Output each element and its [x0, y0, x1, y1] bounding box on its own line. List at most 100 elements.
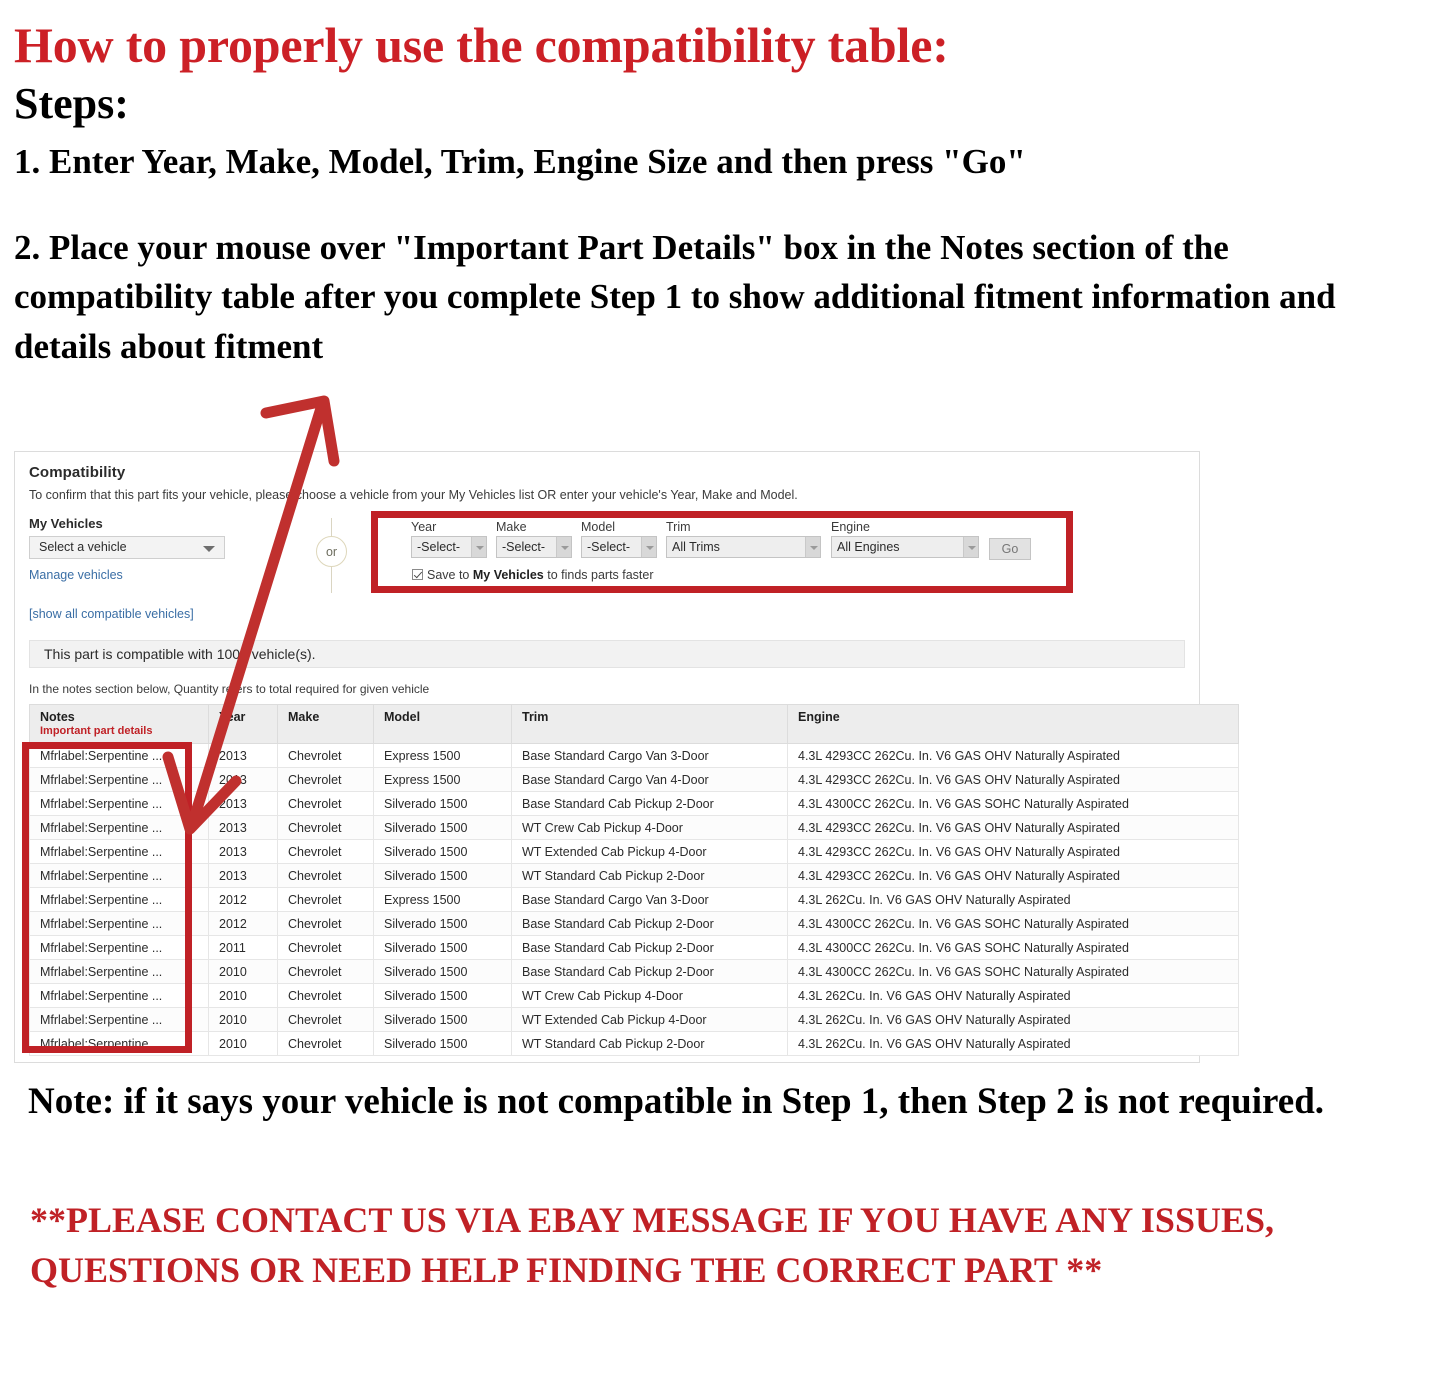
- cell-trim: Base Standard Cargo Van 3-Door: [511, 887, 788, 912]
- cell-year: 2010: [208, 959, 278, 984]
- table-row: Mfrlabel:Serpentine ... 2010 Chevrolet Silv…: [29, 983, 1239, 1008]
- cell-trim: Base Standard Cab Pickup 2-Door: [511, 791, 788, 816]
- cell-engine: 4.3L 4293CC 262Cu. In. V6 GAS OHV Natura…: [787, 815, 1239, 840]
- cell-make: Chevrolet: [277, 815, 374, 840]
- cell-trim: Base Standard Cab Pickup 2-Door: [511, 959, 788, 984]
- table-row: Mfrlabel:Serpentine ... 2013 Chevrolet Expr…: [29, 743, 1239, 768]
- cell-model: Silverado 1500: [373, 935, 512, 960]
- cell-trim: WT Standard Cab Pickup 2-Door: [511, 863, 788, 888]
- cell-trim: WT Crew Cab Pickup 4-Door: [511, 983, 788, 1008]
- cell-engine: 4.3L 4293CC 262Cu. In. V6 GAS OHV Natura…: [787, 839, 1239, 864]
- cell-trim: Base Standard Cab Pickup 2-Door: [511, 911, 788, 936]
- notes-quantity-hint: In the notes section below, Quantity ref…: [29, 682, 430, 696]
- step-1-text: 1. Enter Year, Make, Model, Trim, Engine…: [14, 141, 1026, 181]
- cell-make: Chevrolet: [277, 935, 374, 960]
- fitment-table: Notes Important part details Year Make M…: [29, 704, 1239, 1056]
- cell-model: Silverado 1500: [373, 863, 512, 888]
- cell-trim: Base Standard Cargo Van 4-Door: [511, 767, 788, 792]
- table-row: Mfrlabel:Serpentine ... 2010 Chevrolet Silv…: [29, 959, 1239, 984]
- cell-model: Express 1500: [373, 743, 512, 768]
- cell-model: Silverado 1500: [373, 911, 512, 936]
- important-part-details-label: Important part details: [40, 725, 153, 737]
- compatibility-heading: Compatibility: [29, 464, 126, 481]
- cell-year: 2012: [208, 911, 278, 936]
- table-row: Mfrlabel:Serpentine ... 2013 Chevrolet Silv…: [29, 863, 1239, 888]
- column-header-notes-label: Notes: [40, 710, 75, 724]
- cell-make: Chevrolet: [277, 791, 374, 816]
- column-header-year: Year: [208, 704, 278, 744]
- my-vehicles-label: My Vehicles: [29, 516, 103, 531]
- cell-year: 2010: [208, 1031, 278, 1056]
- column-header-notes: Notes Important part details: [29, 704, 209, 744]
- cell-model: Silverado 1500: [373, 815, 512, 840]
- cell-model: Silverado 1500: [373, 959, 512, 984]
- cell-engine: 4.3L 262Cu. In. V6 GAS OHV Naturally Asp…: [787, 1007, 1239, 1032]
- cell-make: Chevrolet: [277, 839, 374, 864]
- column-header-model: Model: [373, 704, 512, 744]
- cell-make: Chevrolet: [277, 959, 374, 984]
- cell-make: Chevrolet: [277, 1007, 374, 1032]
- contact-text: **PLEASE CONTACT US VIA EBAY MESSAGE IF …: [30, 1200, 1275, 1290]
- cell-engine: 4.3L 4293CC 262Cu. In. V6 GAS OHV Natura…: [787, 743, 1239, 768]
- cell-model: Silverado 1500: [373, 839, 512, 864]
- cell-engine: 4.3L 4300CC 262Cu. In. V6 GAS SOHC Natur…: [787, 959, 1239, 984]
- cell-year: 2010: [208, 983, 278, 1008]
- cell-trim: Base Standard Cargo Van 3-Door: [511, 743, 788, 768]
- cell-make: Chevrolet: [277, 767, 374, 792]
- table-row: Mfrlabel:Serpentine ... 2010 Chevrolet Silv…: [29, 1007, 1239, 1032]
- cell-year: 2013: [208, 863, 278, 888]
- table-row: Mfrlabel:Serpentine ... 2013 Chevrolet Silv…: [29, 791, 1239, 816]
- cell-make: Chevrolet: [277, 887, 374, 912]
- cell-model: Silverado 1500: [373, 1007, 512, 1032]
- chevron-down-icon: [203, 546, 215, 552]
- cell-year: 2012: [208, 887, 278, 912]
- compatible-count-banner: This part is compatible with 1000 vehicl…: [29, 640, 1185, 668]
- cell-make: Chevrolet: [277, 863, 374, 888]
- table-row: Mfrlabel:Serpentine ... 2013 Chevrolet Silv…: [29, 815, 1239, 840]
- cell-engine: 4.3L 4300CC 262Cu. In. V6 GAS SOHC Natur…: [787, 911, 1239, 936]
- cell-model: Silverado 1500: [373, 983, 512, 1008]
- table-row: Mfrlabel:Serpentine ... 2013 Chevrolet Expr…: [29, 767, 1239, 792]
- fitment-table-body: Mfrlabel:Serpentine ... 2013 Chevrolet Expr…: [29, 743, 1239, 1056]
- cell-make: Chevrolet: [277, 1031, 374, 1056]
- cell-trim: Base Standard Cab Pickup 2-Door: [511, 935, 788, 960]
- note-text: Note: if it says your vehicle is not com…: [28, 1081, 1325, 1122]
- cell-year: 2011: [208, 935, 278, 960]
- cell-year: 2013: [208, 767, 278, 792]
- cell-year: 2010: [208, 1007, 278, 1032]
- column-header-make: Make: [277, 704, 374, 744]
- cell-year: 2013: [208, 743, 278, 768]
- cell-model: Silverado 1500: [373, 791, 512, 816]
- cell-engine: 4.3L 262Cu. In. V6 GAS OHV Naturally Asp…: [787, 1031, 1239, 1056]
- cell-make: Chevrolet: [277, 743, 374, 768]
- table-header-row: Notes Important part details Year Make M…: [29, 704, 1239, 744]
- cell-engine: 4.3L 4300CC 262Cu. In. V6 GAS SOHC Natur…: [787, 935, 1239, 960]
- cell-trim: WT Standard Cab Pickup 2-Door: [511, 1031, 788, 1056]
- cell-trim: WT Extended Cab Pickup 4-Door: [511, 1007, 788, 1032]
- cell-trim: WT Extended Cab Pickup 4-Door: [511, 839, 788, 864]
- cell-model: Express 1500: [373, 887, 512, 912]
- table-row: Mfrlabel:Serpentine ... 2012 Chevrolet Silv…: [29, 911, 1239, 936]
- cell-model: Silverado 1500: [373, 1031, 512, 1056]
- show-all-compatible-vehicles-link[interactable]: [show all compatible vehicles]: [29, 607, 194, 621]
- highlight-box-notes-column: [22, 742, 192, 1053]
- page-title: How to properly use the compatibility ta…: [14, 17, 949, 73]
- cell-make: Chevrolet: [277, 911, 374, 936]
- cell-year: 2013: [208, 839, 278, 864]
- manage-vehicles-link[interactable]: Manage vehicles: [29, 568, 123, 582]
- cell-trim: WT Crew Cab Pickup 4-Door: [511, 815, 788, 840]
- compatibility-subtitle: To confirm that this part fits your vehi…: [29, 488, 798, 502]
- my-vehicles-select-value: Select a vehicle: [39, 540, 127, 554]
- or-divider: or: [310, 518, 354, 593]
- my-vehicles-select[interactable]: Select a vehicle: [29, 536, 225, 559]
- step-2-text: 2. Place your mouse over "Important Part…: [14, 227, 1336, 367]
- cell-model: Express 1500: [373, 767, 512, 792]
- instructions-block: How to properly use the compatibility ta…: [14, 0, 1374, 372]
- cell-engine: 4.3L 4293CC 262Cu. In. V6 GAS OHV Natura…: [787, 767, 1239, 792]
- cell-engine: 4.3L 4300CC 262Cu. In. V6 GAS SOHC Natur…: [787, 791, 1239, 816]
- table-row: Mfrlabel:Serpentine ... 2011 Chevrolet Silv…: [29, 935, 1239, 960]
- table-row: Mfrlabel:Serpentine ... 2012 Chevrolet Expr…: [29, 887, 1239, 912]
- cell-engine: 4.3L 4293CC 262Cu. In. V6 GAS OHV Natura…: [787, 863, 1239, 888]
- cell-year: 2013: [208, 815, 278, 840]
- steps-label: Steps:: [14, 79, 129, 128]
